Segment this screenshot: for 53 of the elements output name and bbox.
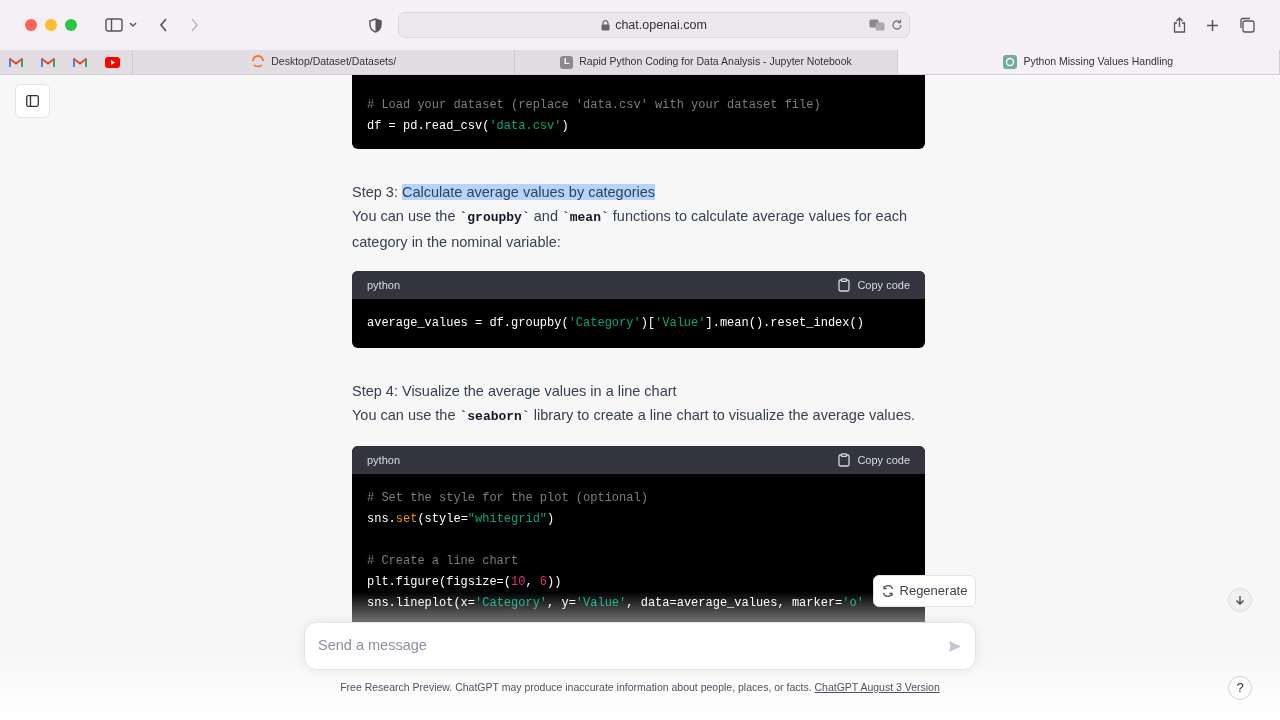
mail-icon[interactable]: [9, 56, 23, 68]
chevron-down-icon[interactable]: [129, 22, 137, 28]
tab-title: Python Missing Values Handling: [1023, 54, 1174, 70]
share-icon[interactable]: [1173, 17, 1186, 33]
message-text: You can use the `groupby` and `mean` functions to calculate average values for each category in the nominal variable:: [352, 207, 908, 252]
code-line: # Load your dataset (replace 'data.csv' with your dataset file): [367, 97, 821, 114]
tab-title: Rapid Python Coding for Data Analysis - Jupyter Notebook: [579, 54, 852, 70]
language-label: python: [367, 277, 401, 293]
code-line: plt.figure(figsize=(10, 6)): [367, 574, 562, 591]
plus-icon[interactable]: [1206, 18, 1219, 32]
code-line: average_values = df.groupby('Category')['Value'].mean().reset_index(): [367, 315, 864, 332]
mail-icon[interactable]: [41, 56, 55, 68]
code-line: sns.set(style="whitegrid"): [367, 511, 555, 528]
zoom-window-icon[interactable]: [65, 19, 77, 31]
back-icon[interactable]: [159, 18, 168, 32]
sidebar-icon: [26, 95, 39, 107]
regenerate-button[interactable]: Regenerate: [873, 575, 976, 607]
scroll-down-button[interactable]: [1228, 588, 1252, 612]
help-button[interactable]: ?: [1228, 676, 1252, 700]
code-line: # Set the style for the plot (optional): [367, 490, 648, 507]
code-line: # Create a line chart: [367, 553, 519, 570]
message-text: You can use the `seaborn` library to create a line chart to visualize the average values.: [352, 406, 916, 426]
language-label: python: [367, 452, 401, 468]
arrow-down-icon: [1235, 595, 1245, 605]
version-link[interactable]: ChatGPT August 3 Version: [814, 681, 940, 693]
play-icon[interactable]: [104, 56, 120, 68]
tabs-overview-icon[interactable]: [1239, 17, 1255, 33]
tab-letter-icon: L: [560, 55, 574, 69]
copy-code-button[interactable]: Copy code: [838, 276, 910, 294]
code-line: df = pd.read_csv('data.csv'): [367, 118, 569, 135]
lock-icon: [601, 19, 611, 31]
disclaimer-text: Free Research Preview. ChatGPT may produce inaccurate information about people, places, or facts. ChatGPT August 3 Version: [340, 680, 940, 695]
reload-icon[interactable]: [891, 19, 903, 31]
address-bar[interactable]: chat.openai.com: [398, 12, 910, 38]
copy-code-button[interactable]: Copy code: [838, 451, 910, 469]
message-input[interactable]: Send a message: [318, 635, 948, 657]
refresh-icon: [881, 585, 894, 597]
mail-icon[interactable]: [73, 56, 87, 68]
clipboard-icon: [838, 453, 851, 467]
code-line: sns.lineplot(x='Category', y='Value', data=average_values, marker='o': [367, 595, 864, 612]
message-text: Step 4: Visualize the average values in a line chart: [352, 382, 678, 401]
message-text: Step 3: Calculate average values by categories: [352, 183, 657, 202]
address-text: chat.openai.com: [615, 16, 707, 34]
sidebar-icon[interactable]: [105, 18, 123, 32]
translate-icon[interactable]: [869, 19, 885, 31]
browser-tab[interactable]: Python Missing Values Handling: [897, 50, 1280, 74]
shield-icon[interactable]: [369, 17, 382, 33]
ring-icon: [251, 55, 266, 69]
tab-title: Desktop/Dataset/Datasets/: [271, 54, 397, 70]
sidebar-toggle-button[interactable]: [15, 84, 50, 118]
clipboard-icon: [838, 278, 851, 292]
close-window-icon[interactable]: [25, 19, 37, 31]
message-field[interactable]: Send a message: [304, 622, 976, 670]
